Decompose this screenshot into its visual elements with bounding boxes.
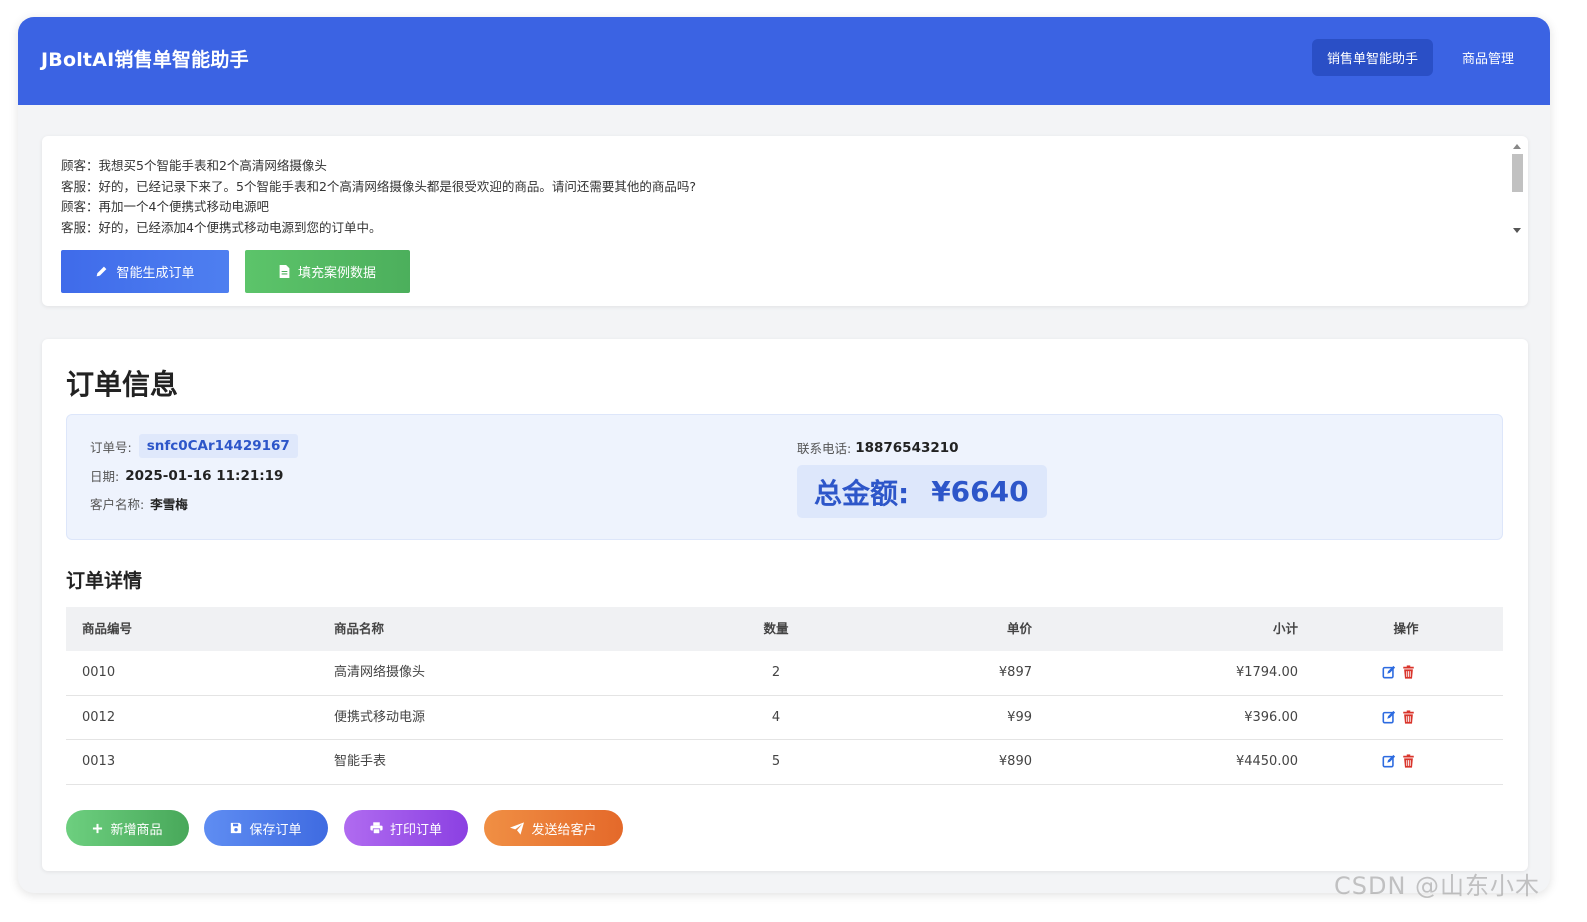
column-header-qty: 数量 [763,621,789,636]
generate-order-button[interactable]: 智能生成订单 [61,250,229,293]
nav-sales-assistant[interactable]: 销售单智能助手 [1312,39,1433,76]
column-header-name: 商品名称 [334,621,385,636]
total-amount-label: 总金额: [814,476,910,510]
cell-subtotal: ¥4450.00 [1235,754,1298,769]
paper-plane-icon [510,821,525,835]
trash-icon[interactable] [1402,754,1415,768]
order-info-panel: 订单号: snfc0CAr14429167 日期: 2025-01-16 11:… [66,414,1503,540]
chat-line: 客服：好的，已经记录下来了。5个智能手表和2个高清网络摄像头都是很受欢迎的商品。… [61,178,697,194]
nav-product-management[interactable]: 商品管理 [1444,39,1532,76]
order-date-value: 2025-01-16 11:21:19 [125,467,284,484]
add-product-button[interactable]: 新增商品 [66,810,189,846]
scroll-thumb[interactable] [1512,154,1523,192]
total-amount-box: 总金额: ¥6640 [797,465,1047,518]
cell-qty: 2 [771,665,781,680]
customer-row: 客户名称: 李雪梅 [90,494,188,513]
send-to-customer-button[interactable]: 发送给客户 [484,810,623,846]
column-header-code: 商品编号 [82,621,133,636]
save-order-label: 保存订单 [249,822,302,838]
conversation-textarea[interactable]: 顾客：我想买5个智能手表和2个高清网络摄像头 客服：好的，已经记录下来了。5个智… [61,156,1505,240]
row-actions [1382,665,1415,679]
trash-icon[interactable] [1402,709,1415,724]
trash-icon[interactable] [1402,665,1415,679]
fill-sample-data-label: 填充案例数据 [297,266,376,281]
cell-qty: 4 [771,709,781,725]
phone-value: 18876543210 [855,439,959,456]
chat-line: 客服：好的，已经添加4个便携式移动电源到您的订单中。 [61,220,382,236]
cell-price: ¥890 [998,754,1032,769]
row-actions [1382,709,1415,724]
csdn-watermark: CSDN @山东小木 [1334,872,1541,900]
send-to-customer-label: 发送给客户 [531,822,597,838]
save-order-button[interactable]: 保存订单 [204,810,328,846]
edit-icon[interactable] [1382,710,1396,724]
column-header-actions: 操作 [1393,621,1419,636]
total-amount-value: ¥6640 [931,475,1029,508]
cell-code: 0010 [82,665,116,680]
order-details-title: 订单详情 [66,570,143,592]
order-date-label: 日期: [90,469,120,484]
phone-row: 联系电话: 18876543210 [797,438,959,457]
order-number-row: 订单号: snfc0CAr14429167 [90,434,298,458]
row-actions [1382,754,1415,768]
cell-name: 智能手表 [334,754,387,769]
cell-price: ¥897 [998,665,1032,680]
top-navbar: JBoltAI销售单智能助手 销售单智能助手 商品管理 [18,17,1550,105]
textarea-scrollbar[interactable] [1510,138,1524,238]
order-info-title: 订单信息 [66,368,179,401]
table-row: 0010 高清网络摄像头 2 ¥897 ¥1794.00 [66,651,1503,696]
table-row: 0012 便携式移动电源 4 ¥99 ¥396.00 [66,696,1503,740]
table-header: 商品编号 商品名称 数量 单价 小计 操作 [66,607,1503,651]
fill-sample-data-button[interactable]: 填充案例数据 [245,250,410,293]
order-number-value: snfc0CAr14429167 [138,434,298,458]
save-icon [231,822,242,834]
chat-input-card: 顾客：我想买5个智能手表和2个高清网络摄像头 客服：好的，已经记录下来了。5个智… [42,136,1528,306]
pencil-icon [97,266,107,277]
column-header-subtotal: 小计 [1272,621,1298,636]
cell-code: 0013 [82,754,116,769]
cell-subtotal: ¥396.00 [1244,709,1298,725]
print-order-button[interactable]: 打印订单 [344,810,468,846]
cell-price: ¥99 [1007,709,1032,725]
order-number-label: 订单号: [90,439,132,455]
app-window: JBoltAI销售单智能助手 销售单智能助手 商品管理 顾客：我想买5个智能手表… [18,17,1550,893]
generate-order-label: 智能生成订单 [116,266,195,281]
customer-label: 客户名称: [90,497,145,512]
column-header-price: 单价 [1006,621,1032,636]
order-card: 订单信息 订单号: snfc0CAr14429167 日期: 2025-01-1… [42,339,1528,871]
scroll-down-arrow-icon[interactable] [1513,228,1521,233]
scroll-up-arrow-icon[interactable] [1513,144,1521,149]
cell-name: 高清网络摄像头 [334,665,426,680]
cell-subtotal: ¥1794.00 [1235,665,1298,680]
customer-value: 李雪梅 [150,497,188,512]
phone-label: 联系电话: [797,441,852,456]
chat-line: 顾客：再加一个4个便携式移动电源吧 [61,199,269,215]
chat-line: 顾客：我想买5个智能手表和2个高清网络摄像头 [61,158,327,173]
printer-icon [370,822,383,834]
cell-qty: 5 [771,754,781,769]
cell-code: 0012 [82,709,116,725]
add-product-label: 新增商品 [110,822,163,838]
print-order-label: 打印订单 [389,822,442,838]
order-date-row: 日期: 2025-01-16 11:21:19 [90,466,283,485]
edit-icon[interactable] [1382,754,1396,768]
edit-icon[interactable] [1382,665,1396,679]
cell-name: 便携式移动电源 [334,709,426,725]
file-icon [279,265,290,278]
table-row: 0013 智能手表 5 ¥890 ¥4450.00 [66,740,1503,785]
app-title: JBoltAI销售单智能助手 [41,49,249,71]
order-items-table: 商品编号 商品名称 数量 单价 小计 操作 0010 高清网络摄像头 2 ¥89… [66,607,1503,785]
plus-icon [93,823,103,833]
